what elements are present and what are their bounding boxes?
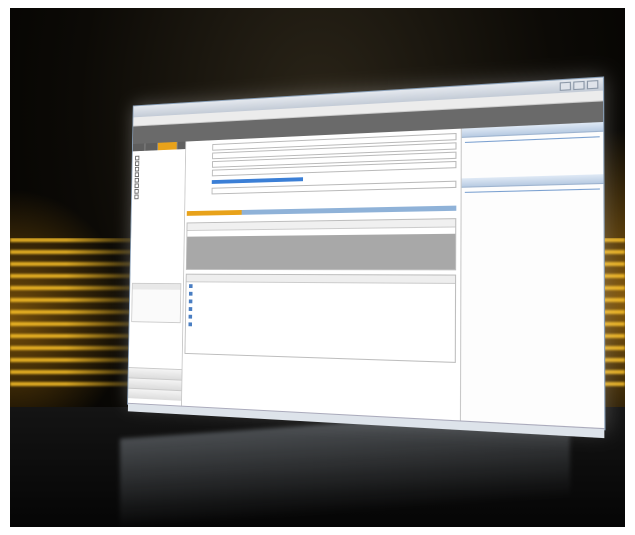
- results-list: [185, 274, 457, 363]
- window-body: [128, 122, 604, 429]
- form-label: [188, 147, 212, 148]
- left-tab[interactable]: [133, 143, 146, 151]
- details-box-header: [133, 284, 181, 290]
- left-tab-selected[interactable]: [158, 142, 178, 150]
- checkbox[interactable]: [135, 161, 139, 166]
- app-window: [127, 76, 605, 430]
- item-icon: [188, 322, 192, 326]
- checkbox[interactable]: [134, 194, 138, 199]
- item-icon: [189, 292, 193, 296]
- perspective-container: [130, 93, 565, 438]
- left-tab[interactable]: [145, 143, 158, 151]
- form-label: [188, 164, 212, 165]
- checkbox[interactable]: [135, 172, 139, 177]
- maximize-button[interactable]: [573, 81, 584, 90]
- form-label: [188, 156, 212, 157]
- item-icon: [189, 315, 193, 319]
- form-label: [187, 191, 211, 192]
- scene-background: [10, 8, 625, 527]
- item-icon: [189, 307, 193, 311]
- navigation-buttons: [128, 367, 182, 401]
- minimize-button[interactable]: [560, 82, 571, 91]
- left-panel: [128, 142, 186, 407]
- item-icon: [189, 284, 193, 288]
- selected-list-item[interactable]: [212, 177, 303, 184]
- pane-spacer: [462, 142, 604, 179]
- checkbox[interactable]: [134, 188, 138, 193]
- right-panel: [461, 122, 604, 429]
- nav-button[interactable]: [128, 388, 181, 401]
- progress-bar: [187, 206, 457, 216]
- details-box: [131, 283, 181, 323]
- main-content: [182, 129, 462, 422]
- data-grid: [186, 218, 456, 270]
- tree-view: [132, 149, 185, 203]
- checkbox[interactable]: [135, 166, 139, 171]
- pane-divider: [465, 188, 600, 192]
- checkbox[interactable]: [135, 177, 139, 182]
- item-icon: [189, 299, 193, 303]
- checkbox[interactable]: [135, 183, 139, 188]
- grid-header: [187, 219, 455, 231]
- grid-body: [187, 234, 455, 270]
- close-button[interactable]: [587, 80, 599, 89]
- tree-item[interactable]: [134, 192, 182, 199]
- checkbox[interactable]: [135, 155, 139, 160]
- form-label: [187, 173, 211, 174]
